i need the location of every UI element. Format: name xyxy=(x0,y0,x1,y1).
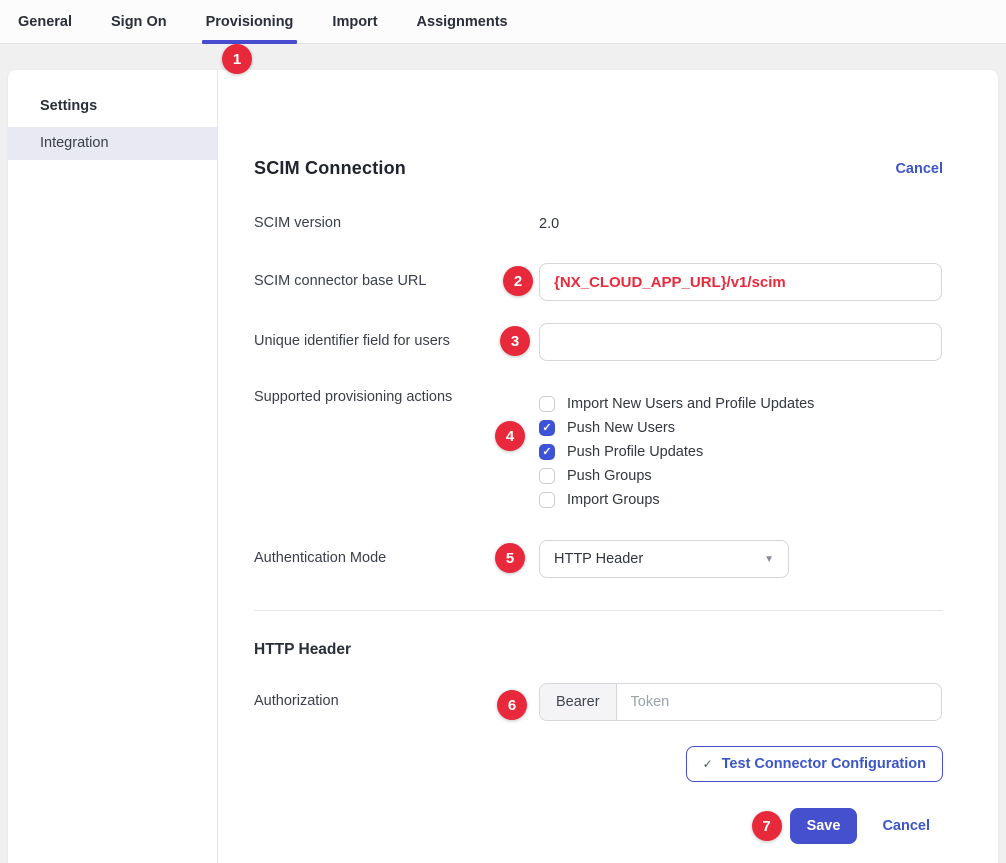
unique-id-label: Unique identifier field for users xyxy=(254,323,539,349)
sidebar-item-integration[interactable]: Integration xyxy=(8,127,217,160)
action-option-import-users[interactable]: Import New Users and Profile Updates xyxy=(539,392,943,416)
bearer-prefix: Bearer xyxy=(540,684,617,720)
page-title: SCIM Connection xyxy=(254,158,406,179)
footer-actions-row: 7 Save Cancel xyxy=(254,808,943,844)
tab-import[interactable]: Import xyxy=(330,0,379,43)
scim-version-label: SCIM version xyxy=(254,215,539,231)
checkbox-push-new-users-icon[interactable] xyxy=(539,420,555,436)
annotation-badge-1: 1 xyxy=(222,44,252,74)
action-option-import-groups[interactable]: Import Groups xyxy=(539,488,943,512)
annotation-badge-3: 3 xyxy=(500,326,530,356)
action-option-label: Push New Users xyxy=(567,420,675,436)
token-input[interactable] xyxy=(617,684,941,720)
base-url-label: SCIM connector base URL xyxy=(254,263,539,289)
action-option-label: Push Groups xyxy=(567,468,652,484)
tab-general[interactable]: General xyxy=(16,0,74,43)
panel-header: SCIM Connection Cancel xyxy=(254,158,943,179)
annotation-badge-4: 4 xyxy=(495,421,525,451)
test-connector-label: Test Connector Configuration xyxy=(722,756,926,772)
auth-mode-selected-value: HTTP Header xyxy=(554,551,643,567)
authorization-input-group: Bearer xyxy=(539,683,942,721)
sidebar-heading: Settings xyxy=(8,98,217,114)
unique-id-row: Unique identifier field for users 3 xyxy=(254,323,943,361)
checkmark-icon: ✓ xyxy=(703,757,713,771)
footer-cancel-link[interactable]: Cancel xyxy=(882,818,930,834)
chevron-down-icon: ▼ xyxy=(764,554,774,565)
annotation-badge-6: 6 xyxy=(497,690,527,720)
action-option-label: Import New Users and Profile Updates xyxy=(567,396,814,412)
app-tabbar: General Sign On Provisioning Import Assi… xyxy=(0,0,1006,44)
test-connector-row: ✓ Test Connector Configuration xyxy=(254,746,943,782)
action-option-label: Import Groups xyxy=(567,492,660,508)
annotation-badge-2: 2 xyxy=(503,266,533,296)
section-divider xyxy=(254,610,943,611)
base-url-row: SCIM connector base URL 2 xyxy=(254,263,943,301)
tab-provisioning[interactable]: Provisioning xyxy=(204,0,296,43)
tab-sign-on[interactable]: Sign On xyxy=(109,0,169,43)
test-connector-button[interactable]: ✓ Test Connector Configuration xyxy=(686,746,943,782)
action-option-push-new-users[interactable]: Push New Users xyxy=(539,416,943,440)
checkbox-import-groups-icon[interactable] xyxy=(539,492,555,508)
action-option-push-profile-updates[interactable]: Push Profile Updates xyxy=(539,440,943,464)
base-url-input[interactable] xyxy=(539,263,942,301)
checkbox-import-users-icon[interactable] xyxy=(539,396,555,412)
auth-mode-select[interactable]: HTTP Header ▼ xyxy=(539,540,789,578)
action-option-label: Push Profile Updates xyxy=(567,444,703,460)
checkbox-push-profile-updates-icon[interactable] xyxy=(539,444,555,460)
tab-assignments[interactable]: Assignments xyxy=(415,0,510,43)
provisioning-actions-row: Supported provisioning actions 4 Import … xyxy=(254,389,943,512)
scim-version-value: 2.0 xyxy=(539,216,559,232)
action-option-push-groups[interactable]: Push Groups xyxy=(539,464,943,488)
scim-version-row: SCIM version 2.0 xyxy=(254,215,943,233)
save-button[interactable]: Save xyxy=(790,808,858,844)
provisioning-card: Settings Integration SCIM Connection Can… xyxy=(8,70,998,863)
header-cancel-link[interactable]: Cancel xyxy=(895,161,943,177)
unique-id-input[interactable] xyxy=(539,323,942,361)
provisioning-actions-label: Supported provisioning actions xyxy=(254,389,539,405)
auth-mode-row: Authentication Mode 5 HTTP Header ▼ xyxy=(254,540,943,578)
scim-connection-panel: SCIM Connection Cancel SCIM version 2.0 … xyxy=(218,70,998,863)
authorization-row: Authorization 6 Bearer xyxy=(254,683,943,721)
annotation-badge-7: 7 xyxy=(752,811,782,841)
annotation-badge-5: 5 xyxy=(495,543,525,573)
settings-sidebar: Settings Integration xyxy=(8,70,218,863)
checkbox-push-groups-icon[interactable] xyxy=(539,468,555,484)
http-header-section-heading: HTTP Header xyxy=(254,641,943,659)
